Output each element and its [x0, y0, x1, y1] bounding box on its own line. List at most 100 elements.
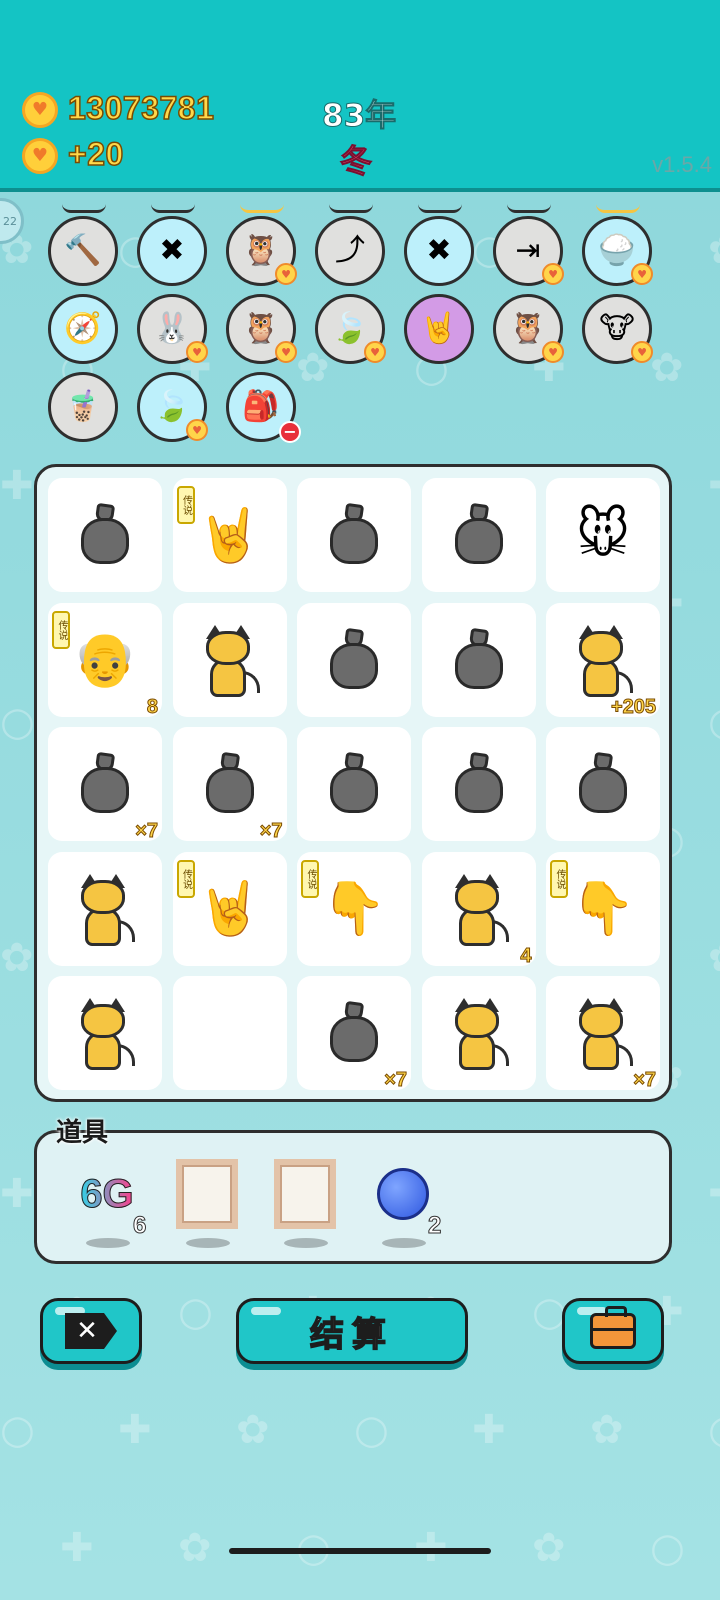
- background-decoration: ○: [708, 1410, 720, 1450]
- collection-item[interactable]: ✖: [137, 216, 207, 286]
- briefcase-icon: [590, 1306, 636, 1349]
- heart-badge-icon: ♥: [631, 341, 653, 363]
- cell-multiplier: ×7: [633, 1069, 657, 1092]
- settle-button[interactable]: 结算: [236, 1298, 468, 1364]
- home-indicator[interactable]: [229, 1548, 491, 1554]
- collection-item[interactable]: 🍃 ♥: [315, 294, 386, 364]
- collection-item[interactable]: 🎒 −: [226, 372, 301, 443]
- heart-badge-icon: ♥: [542, 341, 564, 363]
- game-board: 🤘 传说 🐭 👴 传说 8 +205 ×7 ×7 🤘 传说 👇 传说 4 👇 传说 ×7 ×7: [34, 464, 672, 1102]
- blueberry-icon: [377, 1168, 429, 1220]
- background-decoration: ✚: [472, 1407, 506, 1453]
- cat-icon: [48, 976, 162, 1090]
- prop-shadow: [284, 1238, 328, 1248]
- rock-hand-icon: 🤘: [420, 311, 458, 346]
- picture-frame-icon: [274, 1159, 336, 1229]
- board-cell[interactable]: 4: [421, 851, 536, 967]
- background-decoration: ○: [0, 1407, 35, 1453]
- collection-item[interactable]: 🔨: [48, 216, 118, 286]
- settle-button-label: 结算: [309, 1314, 394, 1356]
- collection-item[interactable]: 🐮 ♥: [582, 294, 653, 364]
- leaf-icon: 🍃: [331, 311, 369, 346]
- 6g-icon: 6G: [80, 1171, 134, 1216]
- board-cell[interactable]: [297, 478, 411, 592]
- board-cell[interactable]: ×7: [297, 976, 411, 1092]
- trash-bag-icon: [297, 478, 411, 592]
- collection-row-peek: [596, 204, 640, 213]
- collection-item[interactable]: 🦉 ♥: [493, 294, 564, 364]
- board-cell[interactable]: 🤘 传说: [172, 478, 287, 592]
- background-decoration: ○: [178, 1289, 213, 1335]
- board-cell[interactable]: 👇 传说: [297, 851, 411, 966]
- board-cell[interactable]: [546, 727, 660, 841]
- background-decoration: ○: [0, 699, 35, 745]
- props-title: 道具: [56, 1118, 109, 1148]
- remove-badge-icon[interactable]: −: [279, 421, 301, 443]
- background-decoration: ○: [354, 1407, 389, 1453]
- collection-row-peek: [329, 204, 373, 213]
- collection-item[interactable]: 🍃 ♥: [137, 372, 208, 442]
- board-cell[interactable]: [297, 602, 411, 717]
- collection-item[interactable]: 🦉 ♥: [226, 294, 297, 364]
- collection-item[interactable]: 🦉 ♥: [226, 216, 297, 286]
- sack-icon: 🎒: [242, 389, 280, 424]
- board-cell[interactable]: [48, 851, 162, 966]
- background-decoration: ✚: [0, 1171, 34, 1217]
- prop-frame[interactable]: [172, 1154, 242, 1234]
- exit-button[interactable]: ✕: [40, 1298, 142, 1364]
- board-cell[interactable]: 👴 传说 8: [48, 602, 162, 718]
- owl-pair-icon: 🦉: [509, 311, 547, 346]
- collection-item[interactable]: ✖: [404, 216, 474, 286]
- background-decoration: ✿: [590, 1407, 624, 1453]
- prop-6g[interactable]: 6G: [72, 1154, 142, 1234]
- year-label: 83年: [321, 98, 397, 135]
- board-cell[interactable]: [172, 602, 287, 717]
- board-cell[interactable]: [297, 727, 411, 841]
- background-decoration: ✿: [650, 345, 684, 391]
- rabbit-icon: 🐰: [153, 311, 191, 346]
- collection-item[interactable]: ⇥ ♥: [493, 216, 564, 286]
- collection-item[interactable]: ⤴: [315, 216, 385, 286]
- background-decoration: ✿: [178, 1525, 212, 1571]
- board-cell[interactable]: [48, 976, 162, 1090]
- board-cell[interactable]: +205: [546, 602, 660, 718]
- trash-bag-icon: [422, 603, 536, 717]
- cat-icon: [422, 976, 536, 1090]
- board-cell[interactable]: 🤘 传说: [172, 851, 287, 966]
- chopsticks-icon: ✖: [159, 233, 185, 268]
- collection-item[interactable]: 🧭: [48, 294, 118, 364]
- mouse-icon: 🐭: [575, 505, 631, 565]
- board-cell[interactable]: [172, 976, 287, 1090]
- prop-6g-count: 6: [132, 1212, 147, 1240]
- board-cell[interactable]: 👇 传说: [546, 851, 660, 966]
- heart-badge-icon: ♥: [364, 341, 386, 363]
- collection-item[interactable]: 🍚 ♥: [582, 216, 653, 286]
- heart-badge-icon: ♥: [186, 341, 208, 363]
- board-cell[interactable]: ×7: [546, 976, 660, 1092]
- cat-icon: [173, 603, 287, 717]
- collection-item[interactable]: 🐰 ♥: [137, 294, 208, 364]
- board-cell[interactable]: [421, 727, 536, 841]
- collection-row-peek: [151, 204, 195, 213]
- trash-bag-icon: [297, 727, 411, 841]
- board-cell[interactable]: [421, 478, 536, 592]
- board-cell[interactable]: 🐭: [546, 478, 660, 592]
- coin-icon: [22, 92, 58, 128]
- board-cell[interactable]: ×7: [172, 727, 287, 843]
- season-label: 冬: [339, 142, 373, 181]
- background-decoration: ○: [650, 1525, 685, 1571]
- backpack-button[interactable]: [562, 1298, 664, 1364]
- owl-pair-icon: 🦉: [242, 233, 280, 268]
- collection-item[interactable]: 🧋: [48, 372, 118, 442]
- trash-bag-icon: [422, 727, 536, 841]
- empty-slot: [173, 976, 287, 1090]
- board-cell[interactable]: ×7: [48, 727, 162, 843]
- collection-row-peek: [240, 204, 284, 213]
- board-cell[interactable]: [421, 602, 536, 717]
- compass-icon: 🧭: [64, 311, 102, 346]
- board-cell[interactable]: [421, 976, 536, 1090]
- background-decoration: ✿: [236, 1407, 270, 1453]
- collection-item[interactable]: 🤘: [404, 294, 474, 364]
- prop-frame[interactable]: [270, 1154, 340, 1234]
- board-cell[interactable]: [48, 478, 162, 592]
